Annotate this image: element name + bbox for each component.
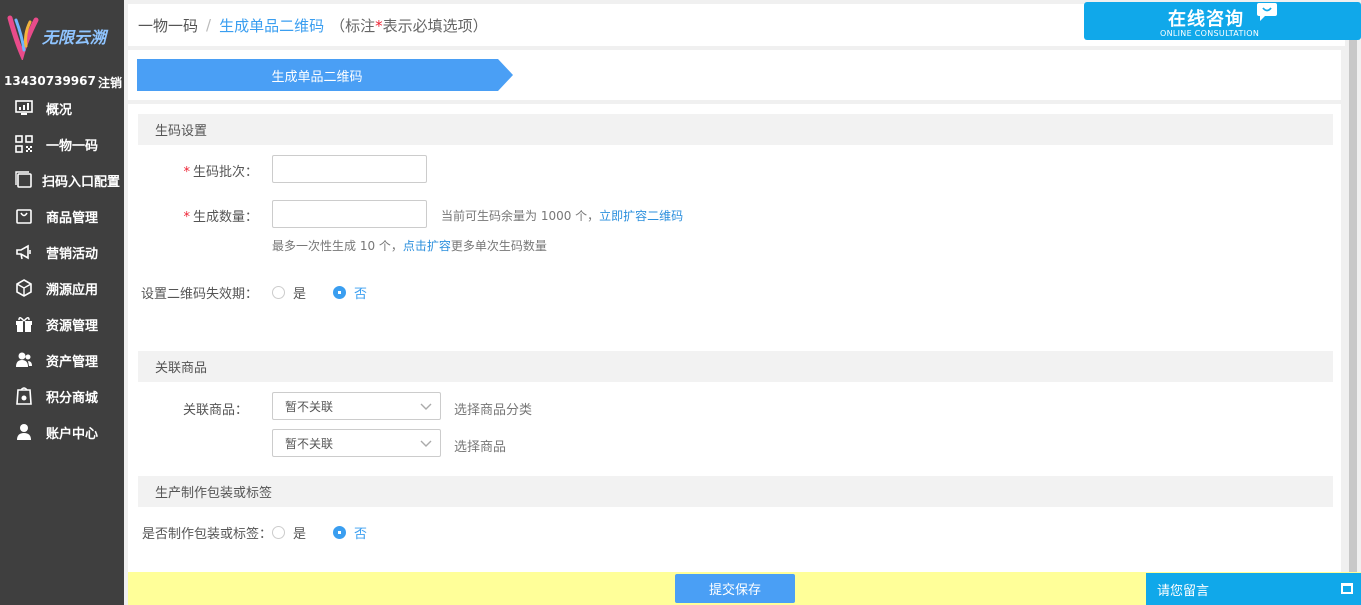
sidebar-item-label: 资产管理 <box>46 354 99 370</box>
chat-bubble-icon <box>1257 3 1277 21</box>
main-form: 生码设置 * 生码批次： * 生成数量： 当前可生码余量为 1000 个，立即扩容二… <box>128 104 1341 572</box>
megaphone-icon <box>14 242 34 262</box>
required-note: （标注*表示必填选项） <box>330 16 488 35</box>
users-icon <box>14 350 34 370</box>
radio-circle <box>272 526 285 539</box>
scrollbar-thumb[interactable] <box>1349 40 1357 572</box>
online-title: 在线咨询 <box>1168 9 1244 30</box>
chevron-down-icon <box>420 440 432 447</box>
sidebar-item-assets[interactable]: 资产管理 <box>0 342 124 378</box>
step-banner: 生成单品二维码 <box>128 50 1341 100</box>
sidebar-item-trace[interactable]: 溯源应用 <box>0 270 124 306</box>
shop-icon <box>14 386 34 406</box>
sidebar-item-account[interactable]: 账户中心 <box>0 414 124 450</box>
batch-input[interactable] <box>272 155 427 183</box>
sidebar-item-marketing[interactable]: 营销活动 <box>0 234 124 270</box>
radio-circle <box>333 526 346 539</box>
brand-logo[interactable]: 无限云溯 <box>6 10 118 60</box>
section-header-related-goods: 关联商品 <box>138 351 1333 382</box>
online-subtitle: ONLINE CONSULTATION <box>1160 29 1260 38</box>
goods-category-hint: 选择商品分类 <box>454 403 533 418</box>
goods-hint: 选择商品 <box>454 440 507 455</box>
packaging-radio-no[interactable]: 否 <box>333 523 367 542</box>
breadcrumb-separator: / <box>206 16 212 34</box>
remaining-hint: 当前可生码余量为 1000 个，立即扩容二维码 <box>441 209 684 223</box>
expand-limit-link[interactable]: 点击扩容 <box>403 239 451 253</box>
related-goods-label: 关联商品： <box>182 403 248 418</box>
sidebar-item-label: 积分商城 <box>46 390 99 406</box>
sidebar: 无限云溯 13430739967 注销 概况 一物一码 扫码入口配置 商品管理 … <box>0 0 124 605</box>
goods-category-select[interactable]: 暂不关联 <box>272 392 441 420</box>
sidebar-item-label: 资源管理 <box>46 318 99 334</box>
minimize-icon[interactable] <box>1341 583 1353 594</box>
sidebar-item-label: 概况 <box>46 102 73 118</box>
expire-label: 设置二维码失效期： <box>140 287 258 302</box>
step-current: 生成单品二维码 <box>137 59 513 95</box>
radio-circle <box>333 286 346 299</box>
goods-select[interactable]: 暂不关联 <box>272 429 441 457</box>
expand-qrcode-link[interactable]: 立即扩容二维码 <box>599 209 683 223</box>
packaging-radio-yes[interactable]: 是 <box>272 523 306 542</box>
breadcrumb-current: 生成单品二维码 <box>219 16 325 35</box>
sidebar-item-onecode[interactable]: 一物一码 <box>0 126 124 162</box>
qrcode-icon <box>14 134 34 154</box>
logout-link[interactable]: 注销 <box>98 74 122 91</box>
sidebar-menu: 概况 一物一码 扫码入口配置 商品管理 营销活动 溯源应用 资源管理 资产管理 <box>0 90 124 450</box>
sidebar-item-label: 账户中心 <box>46 426 99 442</box>
radio-circle <box>272 286 285 299</box>
section-header-packaging: 生产制作包装或标签 <box>138 476 1333 507</box>
limit-hint: 最多一次性生成 10 个，点击扩容更多单次生码数量 <box>272 239 547 253</box>
expire-radio-no[interactable]: 否 <box>333 283 367 302</box>
sidebar-item-points-mall[interactable]: 积分商城 <box>0 378 124 414</box>
logo-text: 无限云溯 <box>41 28 109 47</box>
sidebar-item-overview[interactable]: 概况 <box>0 90 124 126</box>
bag-icon <box>14 206 34 226</box>
step-label: 生成单品二维码 <box>271 69 363 85</box>
user-line: 13430739967 注销 <box>4 74 122 91</box>
leave-message-button[interactable]: 请您留言 <box>1146 573 1361 605</box>
online-consultation-button[interactable]: 在线咨询 ONLINE CONSULTATION <box>1084 2 1361 40</box>
box-icon <box>14 278 34 298</box>
monitor-icon <box>14 98 34 118</box>
sidebar-item-label: 溯源应用 <box>46 282 99 298</box>
expire-radio-yes[interactable]: 是 <box>272 283 306 302</box>
sidebar-item-scan-entry[interactable]: 扫码入口配置 <box>0 162 124 198</box>
section-header-code-settings: 生码设置 <box>138 114 1333 145</box>
quantity-label: * 生成数量： <box>183 210 258 225</box>
sidebar-item-resources[interactable]: 资源管理 <box>0 306 124 342</box>
leave-message-label: 请您留言 <box>1157 583 1210 599</box>
packaging-label: 是否制作包装或标签： <box>142 527 273 542</box>
person-icon <box>14 422 34 442</box>
gift-icon <box>14 314 34 334</box>
sidebar-item-label: 商品管理 <box>46 210 99 226</box>
sidebar-item-label: 一物一码 <box>46 138 99 154</box>
chevron-down-icon <box>420 403 432 410</box>
quantity-input[interactable] <box>272 200 427 228</box>
user-phone: 13430739967 <box>4 74 96 88</box>
batch-label: * 生码批次： <box>183 165 258 180</box>
page-scrollbar[interactable] <box>1345 40 1361 572</box>
sidebar-item-goods[interactable]: 商品管理 <box>0 198 124 234</box>
window-icon <box>14 170 34 190</box>
submit-save-button[interactable]: 提交保存 <box>675 574 795 603</box>
sidebar-item-label: 营销活动 <box>46 246 99 262</box>
sidebar-item-label: 扫码入口配置 <box>42 174 121 190</box>
breadcrumb-root[interactable]: 一物一码 <box>138 15 198 36</box>
